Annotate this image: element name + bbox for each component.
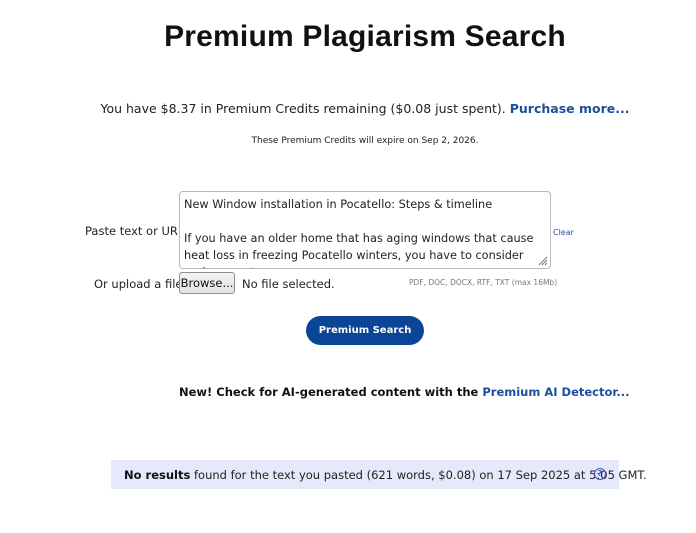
result-status: No results (124, 468, 191, 482)
help-icon[interactable]: ? (594, 468, 606, 480)
result-banner: No results found for the text you pasted… (111, 460, 647, 489)
result-details: found for the text you pasted (621 words… (190, 468, 647, 482)
text-input-value: New Window installation in Pocatello: St… (184, 198, 534, 268)
resize-grip-icon[interactable] (538, 256, 548, 266)
ai-detector-promo: New! Check for AI-generated content with… (179, 385, 630, 399)
file-status: No file selected. (242, 277, 335, 291)
browse-button[interactable]: Browse... (179, 272, 235, 294)
upload-label: Or upload a file: (94, 277, 187, 291)
ai-detector-link[interactable]: Premium AI Detector... (482, 385, 629, 399)
purchase-more-link[interactable]: Purchase more... (510, 101, 630, 116)
credits-line: You have $8.37 in Premium Credits remain… (0, 101, 696, 116)
page-title: Premium Plagiarism Search (164, 20, 566, 53)
credits-expire-note: These Premium Credits will expire on Sep… (251, 136, 479, 146)
result-text: No results found for the text you pasted… (124, 468, 647, 482)
ai-promo-text: New! Check for AI-generated content with… (179, 385, 483, 399)
formats-note: PDF, DOC, DOCX, RTF, TXT (max 16Mb) (409, 278, 558, 287)
premium-search-button[interactable]: Premium Search (306, 316, 424, 345)
page: Premium Plagiarism Search You have $8.37… (0, 0, 696, 533)
credits-text: You have $8.37 in Premium Credits remain… (100, 101, 510, 116)
paste-label: Paste text or URL: (85, 224, 189, 238)
text-input[interactable]: New Window installation in Pocatello: St… (179, 191, 551, 269)
clear-link[interactable]: Clear (553, 228, 574, 237)
